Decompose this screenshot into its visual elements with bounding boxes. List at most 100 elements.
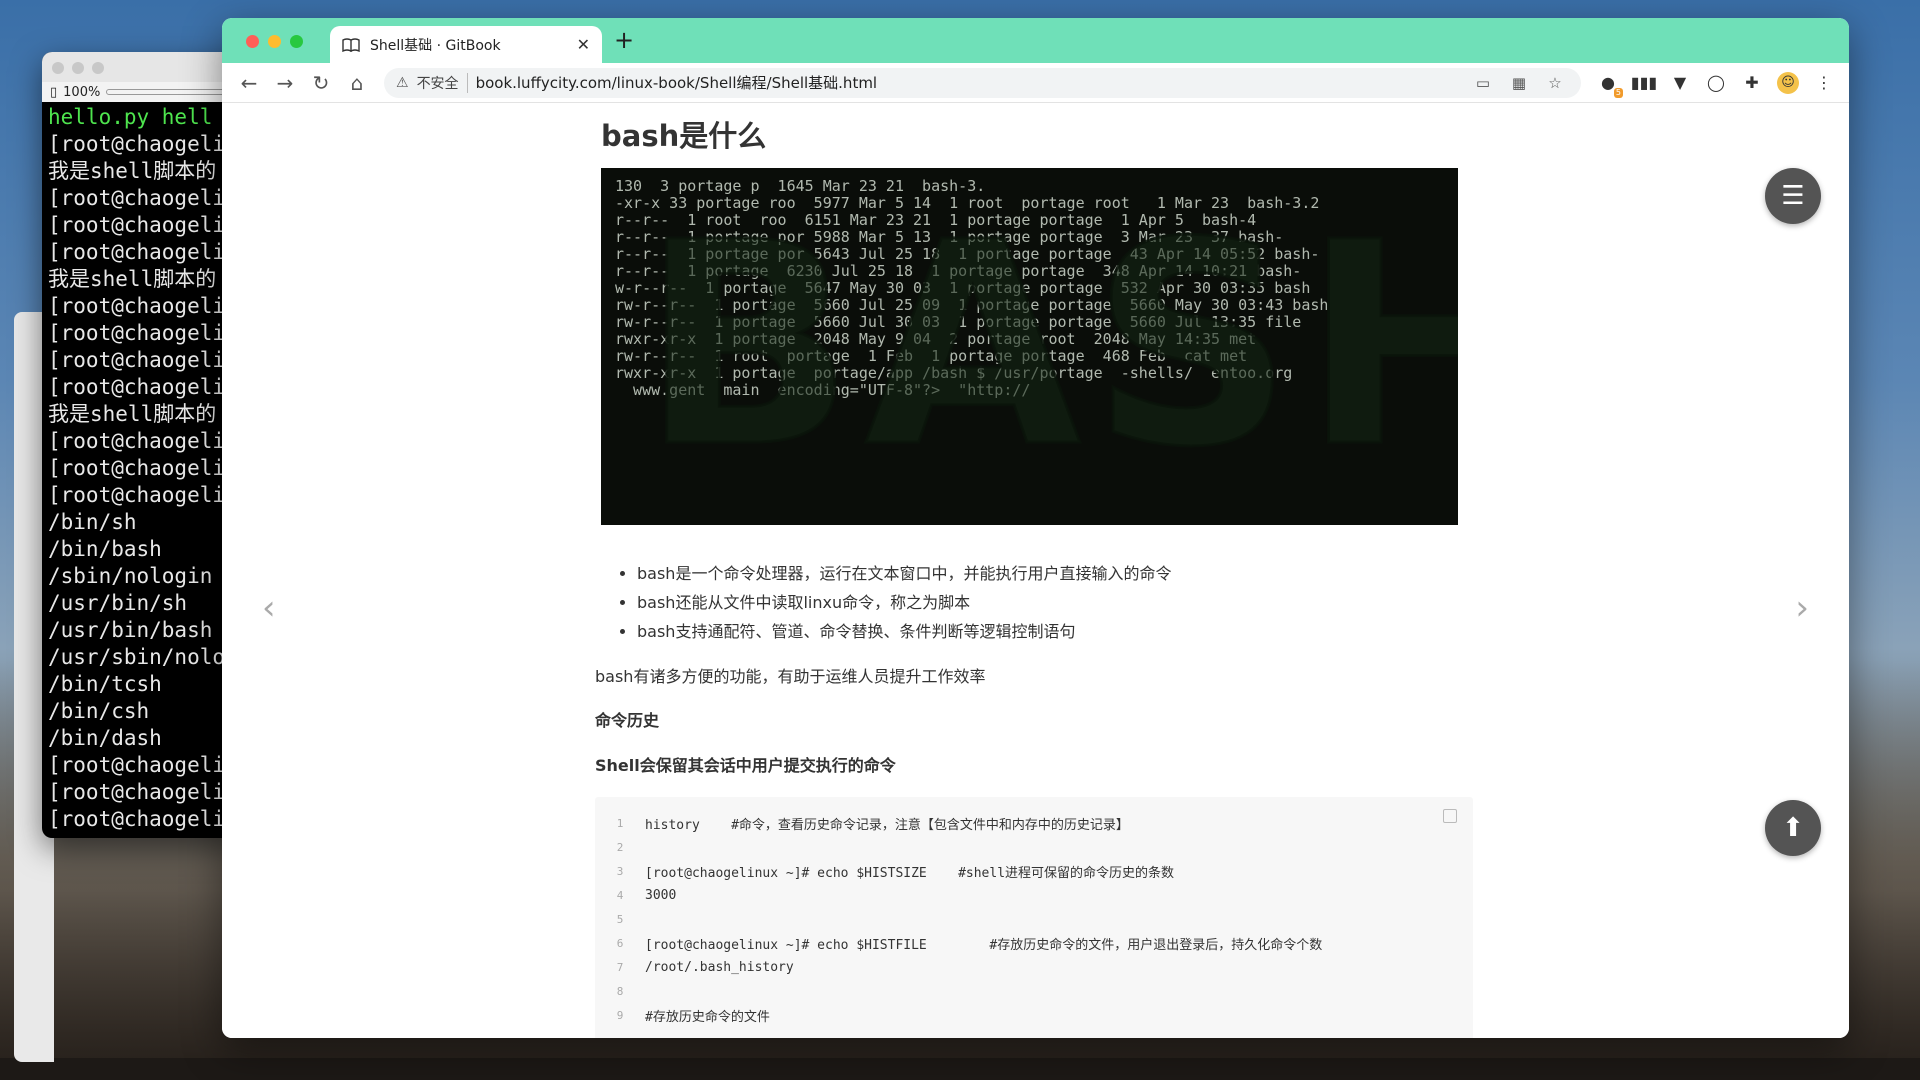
- terminal-line: [root@chaogeli: [48, 186, 226, 210]
- page-title: bash是什么: [601, 119, 767, 153]
- browser-menu-icon[interactable]: ⋮: [1811, 70, 1837, 96]
- code-line: 5: [595, 907, 1473, 931]
- extension-circle-icon[interactable]: ◯: [1703, 70, 1729, 96]
- url-text[interactable]: book.luffycity.com/linux-book/Shell编程/Sh…: [476, 72, 1461, 93]
- terminal-line: /bin/sh: [48, 510, 137, 534]
- terminal-line: 我是shell脚本的: [48, 267, 217, 291]
- close-tab-icon[interactable]: ✕: [577, 35, 590, 54]
- browser-toolbar: ← → ↻ ⌂ ⚠ 不安全 book.luffycity.com/linux-b…: [222, 63, 1849, 103]
- terminal-titlebar[interactable]: [42, 52, 242, 82]
- banner-word: BASH: [639, 183, 1458, 509]
- terminal-line: [root@chaogeli: [48, 132, 226, 156]
- tab-strip: Shell基础 · GitBook ✕ +: [222, 18, 1849, 63]
- terminal-minimize-button[interactable]: [72, 62, 84, 74]
- terminal-line: /bin/bash: [48, 537, 162, 561]
- terminal-line: [root@chaogeli: [48, 240, 226, 264]
- code-line: 7/root/.bash_history: [595, 955, 1473, 979]
- terminal-line: [root@chaogeli: [48, 753, 226, 777]
- tab-title: Shell基础 · GitBook: [370, 37, 501, 54]
- terminal-line: [root@chaogeli: [48, 294, 226, 318]
- line-number: 7: [616, 960, 624, 974]
- intro-paragraph: bash有诸多方便的功能，有助于运维人员提升工作效率: [595, 667, 986, 686]
- browser-window[interactable]: Shell基础 · GitBook ✕ + ← → ↻ ⌂ ⚠ 不安全 book…: [222, 18, 1849, 1038]
- warning-icon: ⚠: [396, 74, 409, 91]
- terminal-line: /usr/sbin/nolo: [48, 645, 226, 669]
- terminal-line: /usr/bin/bash: [48, 618, 213, 642]
- extension-green-icon[interactable]: ● 5: [1595, 70, 1623, 98]
- code-text: [root@chaogelinux ~]# echo $HISTFILE #存放…: [645, 937, 1323, 953]
- line-number: 1: [616, 816, 624, 830]
- code-line: 2: [595, 835, 1473, 859]
- line-number: 4: [616, 888, 624, 902]
- prev-page-chevron-icon[interactable]: ‹: [262, 588, 276, 628]
- home-button[interactable]: ⌂: [342, 68, 372, 98]
- terminal-close-button[interactable]: [52, 62, 64, 74]
- code-line: 1 history #命令，查看历史命令记录，注意【包含文件中和内存中的历史记录】: [595, 811, 1473, 835]
- line-number: 9: [616, 1008, 624, 1022]
- extensions-puzzle-icon[interactable]: ✚: [1739, 70, 1765, 96]
- terminal-status-bar: ▯ 100%: [42, 82, 242, 102]
- terminal-line: [root@chaogeli: [48, 375, 226, 399]
- close-window-button[interactable]: [246, 35, 259, 48]
- bash-banner-image: 130 3 portage p 1645 Mar 23 21 bash-3. -…: [601, 168, 1458, 525]
- code-block[interactable]: 1 history #命令，查看历史命令记录，注意【包含文件中和内存中的历史记录】…: [595, 797, 1473, 1038]
- terminal-line: /sbin/nologin: [48, 564, 213, 588]
- book-icon: [342, 37, 360, 52]
- terminal-line: hello.py hell: [48, 105, 213, 129]
- insecure-label[interactable]: 不安全: [417, 72, 468, 93]
- battery-icon: ▯: [50, 84, 58, 100]
- copy-icon[interactable]: [1443, 809, 1457, 823]
- terminal-line: [root@chaogeli: [48, 780, 226, 804]
- terminal-line: [root@chaogeli: [48, 348, 226, 372]
- profile-avatar[interactable]: ☺: [1775, 70, 1801, 96]
- terminal-zoom-button[interactable]: [92, 62, 104, 74]
- maximize-window-button[interactable]: [290, 35, 303, 48]
- cast-icon[interactable]: ▭: [1469, 74, 1497, 92]
- terminal-line: /bin/csh: [48, 699, 150, 723]
- extensions-area: ● 5 ▮▮▮ ▼ ◯ ✚ ☺ ⋮: [1595, 70, 1837, 98]
- terminal-line: [root@chaogeli: [48, 429, 226, 453]
- scroll-to-top-icon[interactable]: ⬆: [1765, 800, 1821, 856]
- terminal-window[interactable]: ▯ 100% hello.py hell [root@chaogeli 我是shel…: [42, 52, 242, 838]
- terminal-line: [root@chaogeli: [48, 807, 226, 831]
- feature-list: bash是一个命令处理器，运行在文本窗口中，并能执行用户直接输入的命令bash还…: [629, 559, 1171, 646]
- reload-button[interactable]: ↻: [306, 68, 336, 98]
- list-item: bash是一个命令处理器，运行在文本窗口中，并能执行用户直接输入的命令: [637, 559, 1171, 588]
- extension-vue-icon[interactable]: ▼: [1667, 70, 1693, 96]
- bookmark-star-icon[interactable]: ☆: [1541, 74, 1569, 92]
- code-line: 9 #存放历史命令的文件: [595, 1003, 1473, 1027]
- terminal-line: /usr/bin/sh: [48, 591, 188, 615]
- line-number: 6: [616, 936, 624, 950]
- code-text: 3000: [645, 887, 677, 903]
- terminal-line: 我是shell脚本的: [48, 159, 217, 183]
- terminal-zoom-level: 100%: [63, 84, 101, 100]
- forward-button[interactable]: →: [270, 68, 300, 98]
- extension-audio-icon[interactable]: ▮▮▮: [1631, 70, 1657, 96]
- avatar-icon: ☺: [1777, 71, 1799, 94]
- code-text: history #命令，查看历史命令记录，注意【包含文件中和内存中的历史记录】: [645, 817, 1129, 833]
- code-text: /root/.bash_history: [645, 959, 794, 975]
- terminal-line: [root@chaogeli: [48, 321, 226, 345]
- line-number: 5: [616, 912, 624, 926]
- new-tab-button[interactable]: +: [614, 28, 634, 52]
- window-controls: [246, 35, 303, 48]
- line-number: 3: [616, 864, 624, 878]
- code-text: [root@chaogelinux ~]# echo $HISTSIZE #sh…: [645, 865, 1175, 881]
- terminal-line: 我是shell脚本的: [48, 402, 217, 426]
- back-button[interactable]: ←: [234, 68, 264, 98]
- tab-shell-basics[interactable]: Shell基础 · GitBook ✕: [330, 26, 602, 63]
- terminal-line: /bin/dash: [48, 726, 162, 750]
- address-bar[interactable]: ⚠ 不安全 book.luffycity.com/linux-book/Shel…: [384, 67, 1581, 98]
- qr-code-icon[interactable]: ▦: [1505, 74, 1533, 92]
- extension-badge: 5: [1613, 87, 1623, 98]
- terminal-line: /bin/tcsh: [48, 672, 162, 696]
- terminal-output[interactable]: hello.py hell [root@chaogeli 我是shell脚本的 [ro…: [42, 102, 242, 835]
- line-number: 8: [616, 984, 624, 998]
- menu-hamburger-icon[interactable]: ☰: [1765, 168, 1821, 224]
- minimize-window-button[interactable]: [268, 35, 281, 48]
- section-heading-history: 命令历史: [595, 711, 660, 730]
- list-item: bash还能从文件中读取linxu命令，称之为脚本: [637, 588, 1171, 617]
- desktop-bottom-strip: [0, 1058, 1920, 1080]
- section-subheading: Shell会保留其会话中用户提交执行的命令: [595, 756, 896, 775]
- next-page-chevron-icon[interactable]: ›: [1795, 588, 1809, 628]
